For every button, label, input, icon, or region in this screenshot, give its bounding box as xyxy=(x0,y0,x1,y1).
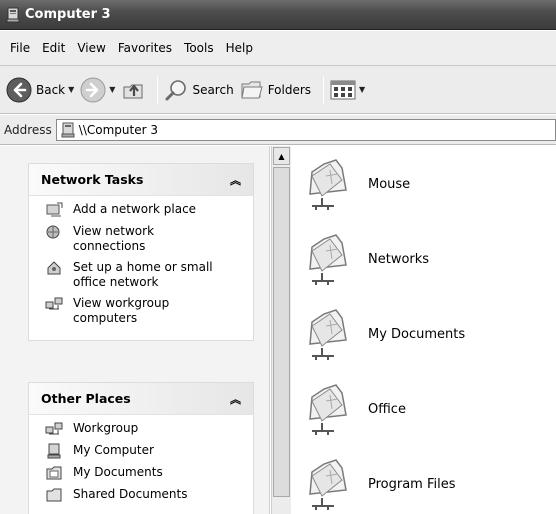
shared-folder-item[interactable]: Networks xyxy=(302,229,429,289)
folder-name: Mouse xyxy=(368,176,411,192)
network-connections-icon xyxy=(46,225,60,239)
folder-name: Program Files xyxy=(368,476,456,492)
menu-favorites[interactable]: Favorites xyxy=(112,38,178,58)
home-network-icon xyxy=(47,261,61,275)
address-label: Address xyxy=(4,122,52,137)
menu-help[interactable]: Help xyxy=(220,38,259,58)
network-tasks-header[interactable]: Network Tasks ︽ xyxy=(29,164,253,196)
toolbar-separator xyxy=(323,75,325,104)
address-value: \\Computer 3 xyxy=(78,122,158,137)
views-dropdown-icon[interactable]: ▼ xyxy=(359,85,365,94)
network-share-folder-icon xyxy=(309,384,347,435)
toolbar: Back ▼ ▼ Search Folders ▼ xyxy=(0,66,556,114)
views-button[interactable]: ▼ xyxy=(330,79,365,101)
up-folder-icon xyxy=(123,83,143,98)
back-dropdown-icon[interactable]: ▼ xyxy=(68,85,74,94)
back-label: Back xyxy=(36,82,66,97)
folder-name: Office xyxy=(368,401,406,417)
computer-icon xyxy=(61,122,75,137)
views-icon xyxy=(330,80,356,99)
network-share-folder-icon xyxy=(309,459,347,510)
scroll-thumb[interactable] xyxy=(273,167,290,497)
task-view-workgroup-computers[interactable]: View workgroup computers xyxy=(45,296,241,326)
other-places-title: Other Places xyxy=(41,391,131,406)
menu-file[interactable]: File xyxy=(4,38,36,58)
task-label: Set up a home or small office network xyxy=(73,260,213,289)
task-label: Add a network place xyxy=(73,202,197,216)
workgroup-icon xyxy=(45,422,63,435)
forward-dropdown-icon[interactable]: ▼ xyxy=(109,85,115,94)
network-share-folder-icon xyxy=(309,309,347,360)
network-share-folder-icon xyxy=(309,234,347,285)
address-input[interactable]: \\Computer 3 xyxy=(55,118,556,141)
folder-name: My Documents xyxy=(368,326,466,342)
address-bar: Address \\Computer 3 xyxy=(0,115,556,145)
shared-folder-item[interactable]: Office xyxy=(302,379,406,439)
my-computer-icon xyxy=(47,443,61,459)
place-my-documents[interactable]: My Documents xyxy=(45,465,241,481)
computer-icon xyxy=(6,7,20,22)
forward-button[interactable]: ▼ xyxy=(80,77,115,103)
network-tasks-panel: Network Tasks ︽ Add a network place View… xyxy=(28,163,254,341)
add-network-place-icon xyxy=(46,202,63,217)
task-view-network-connections[interactable]: View network connections xyxy=(45,224,241,254)
collapse-chevron-icon[interactable]: ︽ xyxy=(230,172,241,188)
back-arrow-icon xyxy=(6,77,32,102)
collapse-chevron-icon[interactable]: ︽ xyxy=(230,391,241,407)
shared-folder-item[interactable]: Program Files xyxy=(302,454,456,514)
my-documents-icon xyxy=(46,466,62,480)
place-label: Shared Documents xyxy=(73,487,188,501)
title-bar: Computer 3 xyxy=(0,0,556,30)
scroll-up-button[interactable]: ▲ xyxy=(273,147,290,165)
up-folder-button[interactable] xyxy=(121,78,145,102)
other-places-header[interactable]: Other Places ︽ xyxy=(29,383,253,415)
task-setup-home-network[interactable]: Set up a home or small office network xyxy=(45,260,241,290)
shared-documents-icon xyxy=(46,488,62,502)
other-places-panel: Other Places ︽ Workgroup My Computer My … xyxy=(28,382,254,514)
back-button[interactable]: Back ▼ xyxy=(6,77,74,103)
shared-folder-item[interactable]: Mouse xyxy=(302,154,410,214)
search-button[interactable]: Search xyxy=(164,78,234,102)
menu-edit[interactable]: Edit xyxy=(36,38,71,58)
folders-label: Folders xyxy=(267,82,312,97)
task-label: View network connections xyxy=(73,224,155,253)
place-my-computer[interactable]: My Computer xyxy=(45,443,241,459)
folders-icon xyxy=(241,81,263,98)
vertical-scrollbar[interactable]: ▲ xyxy=(271,146,291,514)
window-title: Computer 3 xyxy=(25,7,111,22)
place-label: Workgroup xyxy=(73,421,139,435)
search-label: Search xyxy=(192,82,234,97)
toolbar-separator xyxy=(157,75,159,104)
task-pane: Network Tasks ︽ Add a network place View… xyxy=(0,146,270,514)
menu-bar: File Edit View Favorites Tools Help xyxy=(0,31,556,66)
shared-folder-item[interactable]: My Documents xyxy=(302,304,465,364)
network-tasks-title: Network Tasks xyxy=(41,172,144,187)
workgroup-icon xyxy=(45,297,63,310)
place-shared-documents[interactable]: Shared Documents xyxy=(45,487,241,503)
file-view: Mouse Networks My Documents Office Progr… xyxy=(292,146,556,514)
folders-button[interactable]: Folders xyxy=(240,79,311,101)
forward-arrow-icon xyxy=(80,77,106,102)
search-icon xyxy=(165,79,187,100)
folder-name: Networks xyxy=(368,251,430,267)
network-share-folder-icon xyxy=(309,159,347,210)
place-label: My Documents xyxy=(73,465,163,479)
menu-view[interactable]: View xyxy=(71,38,111,58)
task-add-network-place[interactable]: Add a network place xyxy=(45,202,241,218)
place-workgroup[interactable]: Workgroup xyxy=(45,421,241,437)
menu-tools[interactable]: Tools xyxy=(178,38,220,58)
place-label: My Computer xyxy=(73,443,154,457)
task-label: View workgroup computers xyxy=(73,296,170,325)
